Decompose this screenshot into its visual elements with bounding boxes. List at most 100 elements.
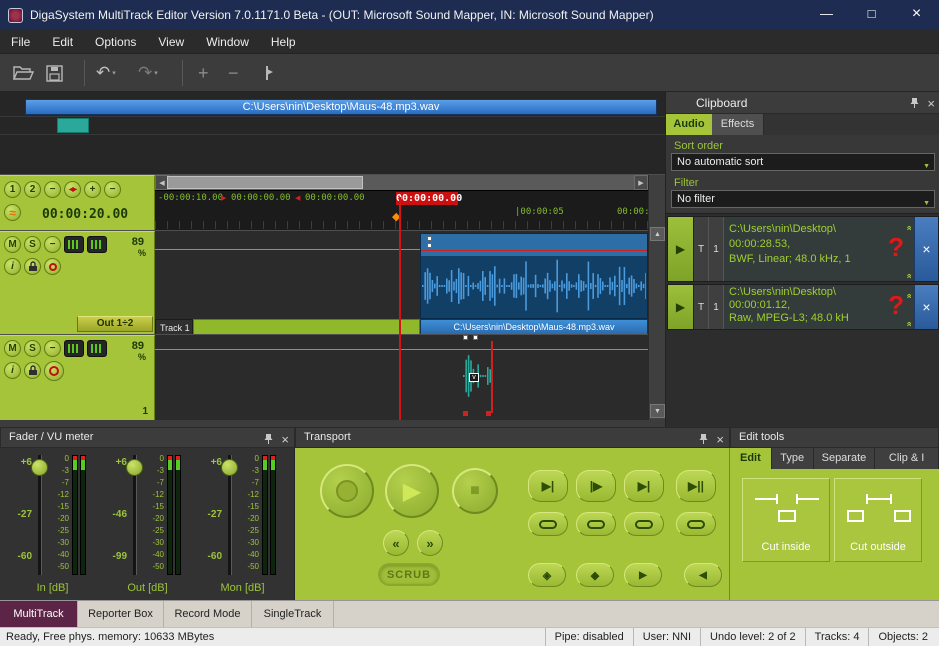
fade-handle[interactable] <box>486 411 491 416</box>
envelope-handle[interactable] <box>427 236 432 241</box>
loop-4-button[interactable] <box>676 512 716 536</box>
horizontal-scrollbar[interactable]: ◀ ▶ <box>155 175 648 190</box>
step-forward-button[interactable]: ▶ <box>624 563 662 587</box>
fade-handle[interactable] <box>463 411 468 416</box>
audio-clip[interactable] <box>420 233 648 319</box>
track-1-lane[interactable] <box>155 231 648 319</box>
mute-button[interactable]: M <box>4 236 21 253</box>
record-arm-button[interactable] <box>44 258 61 275</box>
sort-order-dropdown[interactable]: No automatic sort ▼ <box>671 153 935 171</box>
close-panel-icon[interactable]: × <box>927 97 935 110</box>
tab-singletrack[interactable]: SingleTrack <box>252 601 334 627</box>
save-button[interactable] <box>46 61 63 85</box>
scrub-button[interactable]: SCRUB <box>378 563 440 586</box>
fader-knob[interactable] <box>126 459 143 476</box>
collapse-button[interactable]: − <box>44 236 61 253</box>
record-arm-button[interactable] <box>44 361 64 381</box>
mute-button[interactable]: M <box>4 340 21 357</box>
menu-help[interactable]: Help <box>260 32 307 52</box>
menu-file[interactable]: File <box>0 32 41 52</box>
filter-dropdown[interactable]: No filter ▼ <box>671 190 935 208</box>
lock-button[interactable] <box>24 362 41 379</box>
redo-button[interactable]: ↷▾ <box>138 61 158 85</box>
remove-item-button[interactable]: × <box>914 217 938 281</box>
menu-edit[interactable]: Edit <box>41 32 84 52</box>
overview-clip-block[interactable] <box>57 118 89 133</box>
pin-icon[interactable] <box>264 433 273 445</box>
play-item-button[interactable]: ▶ <box>668 217 694 281</box>
scroll-right-icon[interactable]: ▶ <box>634 175 648 190</box>
eq-button[interactable] <box>87 236 107 253</box>
fader-knob[interactable] <box>31 459 48 476</box>
cut-inside-button[interactable]: Cut inside <box>742 478 830 562</box>
goto-marker-button[interactable]: ◆ <box>576 563 614 587</box>
play-from-mark-button[interactable]: |▶ <box>576 470 616 502</box>
fast-forward-button[interactable]: » <box>417 530 443 556</box>
cut-outside-button[interactable]: Cut outside <box>834 478 922 562</box>
clip-edge-line[interactable] <box>491 341 493 413</box>
spectrum-button[interactable] <box>64 236 84 253</box>
play-item-button[interactable]: ▶ <box>668 285 694 329</box>
pan-envelope-line[interactable] <box>421 250 647 251</box>
pin-icon[interactable] <box>699 433 708 445</box>
envelope-handle[interactable] <box>473 335 478 340</box>
envelope-handle[interactable] <box>427 243 432 248</box>
rewind-button[interactable]: « <box>383 530 409 556</box>
zoom-preset-2-button[interactable]: 2 <box>24 181 41 198</box>
scrollbar-thumb[interactable] <box>167 176 363 189</box>
scroll-down-icon[interactable]: ▼ <box>650 404 665 418</box>
play-to-mark-button[interactable]: ▶| <box>528 470 568 502</box>
tab-clip[interactable]: Clip & I <box>875 448 939 469</box>
clip-marker-v[interactable]: v <box>469 373 479 382</box>
close-button[interactable]: × <box>894 0 939 30</box>
loop-2-button[interactable] <box>576 512 616 536</box>
loop-3-button[interactable] <box>624 512 664 536</box>
tab-type[interactable]: Type <box>772 448 814 469</box>
tab-record-mode[interactable]: Record Mode <box>164 601 252 627</box>
time-ruler[interactable]: -00:00:10.00 ▶ 00:00:00.00 ◀ 00:00:00.00… <box>155 190 648 230</box>
play-over-mark-button[interactable]: ▶| <box>624 470 664 502</box>
spectrum-button[interactable] <box>64 340 84 357</box>
clipboard-item[interactable]: ▶ T 1 C:\Users\nin\Desktop\ 00:00:28.53,… <box>667 216 939 282</box>
menu-options[interactable]: Options <box>84 32 147 52</box>
scroll-up-icon[interactable]: ▲ <box>650 227 665 241</box>
tab-audio[interactable]: Audio <box>666 114 712 135</box>
track-2-lane[interactable]: v <box>155 335 648 421</box>
stop-button[interactable]: ■ <box>452 468 498 514</box>
zoom-in-button[interactable]: + <box>198 61 209 85</box>
vertical-scrollbar[interactable]: ▲ ▼ <box>648 175 665 420</box>
step-back-button[interactable]: ◀ <box>684 563 722 587</box>
zoom-minus-button[interactable]: − <box>44 181 61 198</box>
overview-object-bar[interactable]: C:\Users\nin\Desktop\Maus-48.mp3.wav <box>25 99 657 115</box>
tab-reporter-box[interactable]: Reporter Box <box>78 601 164 627</box>
tab-multitrack[interactable]: MultiTrack <box>0 601 78 627</box>
maximize-button[interactable]: □ <box>849 0 894 30</box>
track-name[interactable]: Track 1 <box>155 319 193 335</box>
undo-button[interactable]: ↶▾ <box>96 61 116 85</box>
zoom-minus-2-button[interactable]: − <box>104 181 121 198</box>
eq-button[interactable] <box>87 340 107 357</box>
info-button[interactable]: i <box>4 258 21 275</box>
output-routing-button[interactable]: Out 1÷2 <box>77 316 153 332</box>
tab-separate[interactable]: Separate <box>814 448 876 469</box>
collapse-button[interactable]: − <box>44 340 61 357</box>
record-button[interactable] <box>320 464 374 518</box>
close-panel-icon[interactable]: × <box>716 433 724 446</box>
pin-icon[interactable] <box>910 97 919 109</box>
close-panel-icon[interactable]: × <box>281 433 289 446</box>
playhead-line[interactable] <box>399 197 401 420</box>
open-file-button[interactable] <box>12 61 34 85</box>
play-button[interactable]: ▶ <box>385 464 439 518</box>
tab-effects[interactable]: Effects <box>712 114 764 135</box>
wave-scroll-button[interactable]: ≈ <box>4 204 21 221</box>
minimize-button[interactable]: — <box>804 0 849 30</box>
loop-1-button[interactable] <box>528 512 568 536</box>
zoom-plus-button[interactable]: + <box>84 181 101 198</box>
clipboard-item[interactable]: ▶ T 1 C:\Users\nin\Desktop\ 00:00:01.12,… <box>667 284 939 330</box>
menu-view[interactable]: View <box>147 32 195 52</box>
solo-button[interactable]: S <box>24 340 41 357</box>
marks-button[interactable]: ◀▶ <box>64 181 81 198</box>
fader-knob[interactable] <box>221 459 238 476</box>
menu-window[interactable]: Window <box>195 32 260 52</box>
envelope-handle[interactable] <box>463 335 468 340</box>
